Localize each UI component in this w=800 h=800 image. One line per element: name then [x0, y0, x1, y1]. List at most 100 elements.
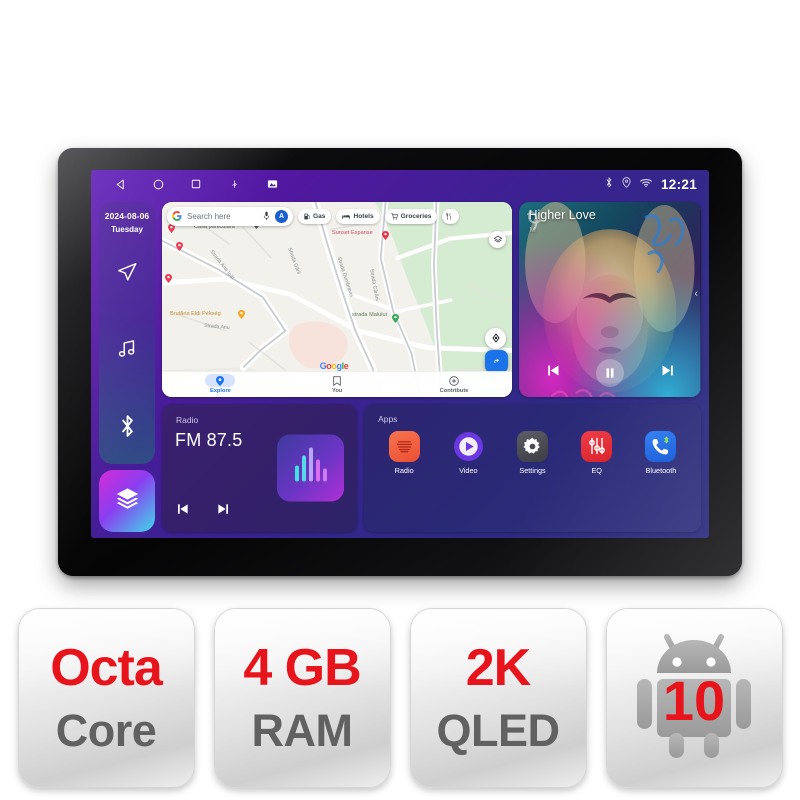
avatar-letter: A [278, 213, 285, 220]
location-pin-icon [216, 375, 225, 386]
chip-label: Gas [313, 213, 326, 220]
map-pin [382, 231, 389, 240]
map-card[interactable]: Casa particulara Sunset Expanse Brutăria… [162, 202, 513, 397]
chip-label: Hotels [353, 213, 374, 220]
chip-label: Groceries [400, 213, 432, 220]
layers-icon [114, 485, 141, 517]
google-g-icon [172, 208, 182, 226]
hotel-icon [342, 214, 351, 219]
play-circle-icon [453, 431, 484, 462]
map-nav-you[interactable]: You [309, 374, 365, 394]
map-nav-label: Explore [209, 388, 231, 395]
map-search-row: Search here A Gas Hotels Groceries [167, 207, 507, 226]
badge-bottom-text: RAM [251, 705, 353, 756]
map-nav-label: Contribute [439, 388, 469, 395]
date-label: 2024-08-06 [104, 211, 150, 221]
map-directions-button[interactable] [485, 349, 509, 373]
radio-controls [175, 501, 231, 522]
top-row: Casa particulara Sunset Expanse Brutăria… [162, 202, 701, 397]
map-nav-contribute[interactable]: Contribute [426, 374, 482, 394]
search-input[interactable]: Search here A [167, 207, 293, 226]
next-track-button[interactable] [659, 362, 676, 384]
day-label: Tuesday [111, 225, 143, 234]
music-player-card[interactable]: Higher Love M ‹ [519, 202, 701, 397]
map-pin [176, 242, 183, 251]
device-screen: 12:21 2024-08-06 Tuesday Casa particular… [91, 170, 709, 538]
map-pin [238, 310, 245, 319]
map-label: Brutăria Eldi Pékség [170, 311, 221, 317]
previous-station-button[interactable] [175, 501, 191, 522]
location-icon [622, 175, 631, 193]
map-chip-hotels[interactable]: Hotels [336, 209, 380, 224]
music-title: Higher Love [528, 208, 596, 222]
system-status-icons: 12:21 [605, 175, 697, 193]
app-label: EQ [591, 465, 602, 475]
home-screen: 2024-08-06 Tuesday Casa particulara Suns… [91, 198, 709, 538]
restaurant-icon [446, 213, 452, 220]
radio-thumbnail[interactable] [277, 434, 345, 502]
apps-launcher-button[interactable] [99, 470, 155, 532]
badge-octa-core: Octa Core [17, 607, 195, 788]
gear-icon [517, 430, 549, 462]
badge-top-text: 2K [465, 639, 531, 697]
previous-track-button[interactable] [545, 362, 562, 384]
map-chip-gas[interactable]: Gas [298, 209, 332, 224]
search-placeholder: Search here [187, 212, 231, 221]
apps-card: Apps Radio Video Settings EQ Bluetooth [364, 403, 701, 532]
badge-android-version: 10 [605, 607, 783, 788]
sidebar-item-bluetooth[interactable] [99, 387, 155, 464]
navigation-bar [101, 171, 291, 197]
google-attribution: Google [319, 360, 349, 371]
chevron-left-icon[interactable]: ‹ [694, 288, 698, 300]
app-eq[interactable]: EQ [573, 430, 621, 475]
usb-icon[interactable] [215, 171, 253, 197]
map-chip-restaurants[interactable] [442, 209, 460, 224]
back-icon[interactable] [101, 171, 139, 197]
grocery-cart-icon [390, 213, 398, 220]
clock: 12:21 [660, 176, 697, 192]
radio-waves-icon [388, 430, 420, 462]
compass-icon [492, 333, 500, 343]
map-pin [165, 274, 172, 283]
microphone-icon[interactable] [263, 208, 270, 226]
apps-label: Apps [378, 413, 398, 424]
head-unit-device: 12:21 2024-08-06 Tuesday Casa particular… [58, 148, 742, 576]
android-version-number: 10 [662, 669, 726, 733]
screenshot-icon[interactable] [253, 171, 291, 197]
sidebar-item-navigation[interactable] [99, 234, 155, 311]
map-nav-label: You [332, 388, 343, 395]
pause-button[interactable] [596, 358, 625, 387]
recents-icon[interactable] [177, 171, 215, 197]
plus-circle-icon [449, 376, 459, 386]
equalizer-bars-icon [294, 447, 327, 482]
app-bluetooth[interactable]: Bluetooth [637, 430, 685, 475]
badge-top-text: 4 GB [243, 639, 361, 697]
radio-card[interactable]: Radio FM 87.5 [162, 403, 358, 532]
radio-label: Radio [176, 414, 199, 425]
sidebar-panel: 2024-08-06 Tuesday [99, 202, 155, 464]
app-label: Settings [519, 465, 546, 475]
sidebar: 2024-08-06 Tuesday [99, 202, 155, 532]
map-layers-icon [493, 235, 503, 242]
avatar[interactable]: A [275, 210, 288, 223]
map-pin [392, 314, 399, 323]
badge-top-text: Octa [50, 639, 163, 697]
radio-frequency: FM 87.5 [175, 429, 243, 450]
phone-bluetooth-icon [645, 430, 677, 462]
directions-arrow-icon [491, 355, 503, 367]
home-icon[interactable] [139, 171, 177, 197]
sliders-icon [581, 430, 613, 462]
app-label: Bluetooth [645, 465, 677, 475]
map-chip-groceries[interactable]: Groceries [384, 209, 438, 224]
badge-qled: 2K QLED [409, 607, 587, 788]
next-station-button[interactable] [215, 501, 231, 522]
map-nav-explore[interactable]: Explore [192, 374, 248, 394]
app-settings[interactable]: Settings [509, 430, 557, 475]
badge-bottom-text: QLED [436, 705, 560, 756]
app-video[interactable]: Video [444, 431, 492, 475]
badge-ram: 4 GB RAM [213, 607, 391, 788]
sidebar-item-music[interactable] [99, 311, 155, 388]
bookmark-icon [333, 376, 342, 386]
app-radio[interactable]: Radio [380, 430, 428, 475]
bluetooth-icon [605, 175, 613, 193]
